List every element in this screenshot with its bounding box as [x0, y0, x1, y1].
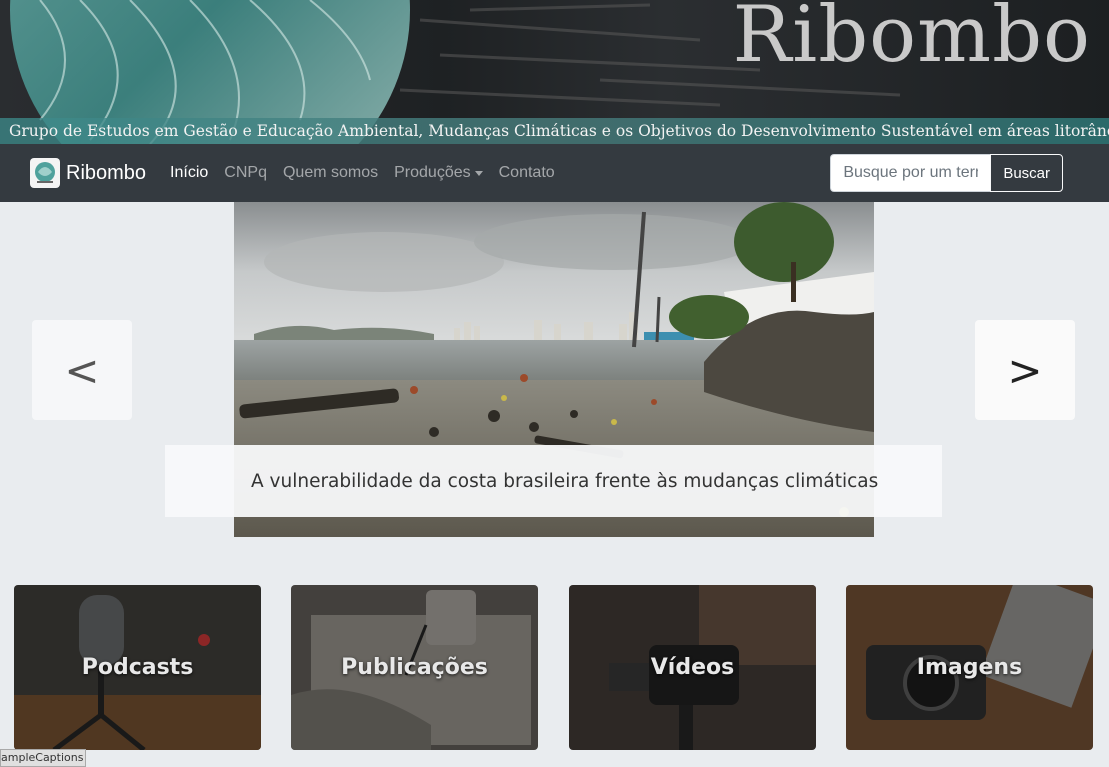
- search-form: Buscar: [830, 154, 1063, 192]
- nav-item-cnpq[interactable]: CNPq: [224, 164, 267, 182]
- navbar-brand[interactable]: Ribombo: [30, 158, 146, 188]
- search-button[interactable]: Buscar: [990, 154, 1063, 192]
- nav-item-quem-somos[interactable]: Quem somos: [283, 164, 378, 182]
- card-podcasts[interactable]: Podcasts: [14, 585, 261, 750]
- carousel-prev-button[interactable]: <: [32, 320, 132, 420]
- nav-links: Início CNPq Quem somos Produções Contato: [170, 164, 571, 182]
- banner-subtitle: Grupo de Estudos em Gestão e Educação Am…: [0, 118, 1109, 144]
- carousel-next-button[interactable]: >: [975, 320, 1075, 420]
- carousel-caption: A vulnerabilidade da costa brasileira fr…: [165, 445, 942, 517]
- card-imagens-label: Imagens: [916, 655, 1023, 680]
- banner-title: Ribombo: [732, 0, 1091, 80]
- brand-logo-icon: [30, 158, 60, 188]
- carousel-caption-text: A vulnerabilidade da costa brasileira fr…: [251, 470, 879, 492]
- search-input[interactable]: [830, 154, 991, 192]
- brand-name: Ribombo: [66, 161, 147, 184]
- nav-item-contato[interactable]: Contato: [499, 164, 555, 182]
- nav-item-producoes-label: Produções: [394, 164, 471, 181]
- card-imagens[interactable]: Imagens: [846, 585, 1093, 750]
- nav-item-producoes[interactable]: Produções: [394, 164, 483, 182]
- main-navbar: Ribombo Início CNPq Quem somos Produções…: [0, 144, 1109, 202]
- header-banner: Ribombo Grupo de Estudos em Gestão e Edu…: [0, 0, 1109, 144]
- card-publicacoes-label: Publicações: [341, 655, 488, 680]
- card-videos-label: Vídeos: [650, 655, 735, 680]
- card-publicacoes[interactable]: Publicações: [291, 585, 538, 750]
- hero-carousel: < > A vulnerabilidade da costa brasileir…: [0, 202, 1109, 542]
- status-tooltip: ampleCaptions: [0, 749, 86, 767]
- nav-item-inicio[interactable]: Início: [170, 164, 208, 182]
- card-podcasts-label: Podcasts: [81, 655, 194, 680]
- card-videos[interactable]: Vídeos: [569, 585, 816, 750]
- dropdown-caret-icon: [474, 170, 483, 176]
